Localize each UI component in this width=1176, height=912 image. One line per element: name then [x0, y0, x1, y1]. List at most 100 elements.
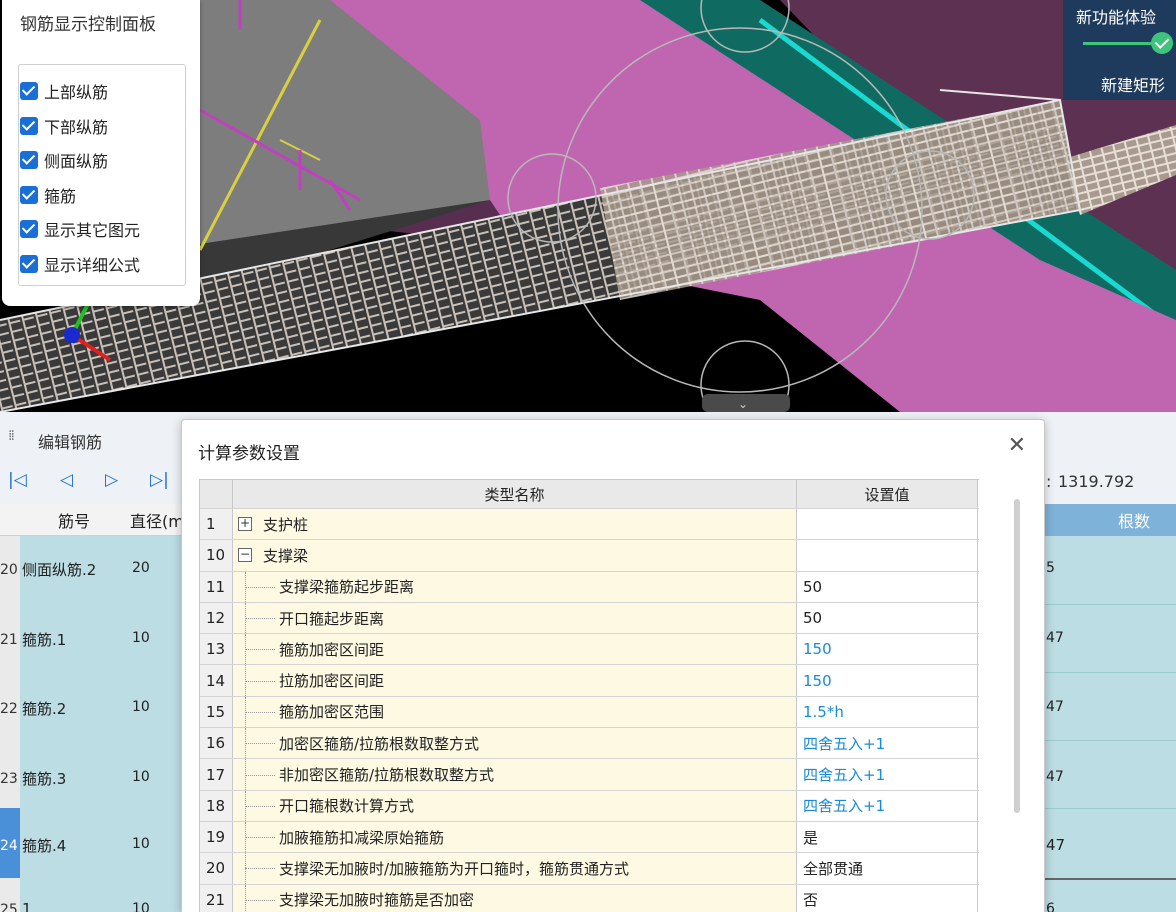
params-table: 类型名称 设置值 1 + 支护桩 10− 支撑梁 11 支撑梁箍筋起步距离 50 12 开口箍起步…	[199, 479, 979, 912]
cell-diameter[interactable]: 10	[132, 836, 150, 852]
param-row[interactable]: 12 开口箍起步距离 50	[200, 602, 979, 635]
cell-count[interactable]: 47	[1046, 630, 1064, 646]
param-value[interactable]: 50	[797, 602, 978, 634]
prev-record-icon[interactable]: ◁	[60, 470, 73, 490]
row-divider	[1044, 878, 1176, 880]
param-row[interactable]: 15 箍筋加密区范围 1.5*h	[200, 696, 979, 729]
param-row[interactable]: 17 非加密区箍筋/拉筋根数取整方式 四舍五入+1	[200, 759, 979, 791]
first-record-icon[interactable]: |◁	[8, 470, 27, 490]
param-value[interactable]: 四舍五入+1	[797, 790, 978, 821]
new-feature-widget: 新功能体验 新建矩形	[1063, 0, 1176, 100]
param-value[interactable]: 全部贯通	[797, 853, 978, 884]
param-name: 非加密区箍筋/拉筋根数取整方式	[233, 759, 797, 790]
scrollbar-thumb[interactable]	[1014, 499, 1020, 813]
option-stirrup[interactable]: 箍筋	[20, 184, 76, 206]
param-row[interactable]: 18 开口箍根数计算方式 四舍五入+1	[200, 790, 979, 822]
checkbox-checked-icon[interactable]	[20, 220, 38, 238]
cell-count[interactable]: 47	[1046, 769, 1064, 785]
param-value[interactable]: 否	[797, 884, 978, 912]
col-diameter[interactable]: 直径(m	[130, 504, 184, 536]
table-header-right	[1044, 504, 1176, 536]
expand-icon[interactable]: +	[238, 517, 252, 531]
param-row[interactable]: 19 加腋箍筋扣减梁原始箍筋 是	[200, 821, 979, 854]
cell-diameter[interactable]: 10	[132, 630, 150, 646]
cell-count[interactable]: 47	[1046, 699, 1064, 715]
checkbox-checked-icon[interactable]	[20, 117, 38, 135]
cell-bar-name[interactable]: 1	[22, 900, 32, 912]
param-row[interactable]: 16 加密区箍筋/拉筋根数取整方式 四舍五入+1	[200, 728, 979, 760]
collapse-icon[interactable]: −	[238, 548, 252, 563]
row-divider	[1044, 604, 1176, 605]
option-show-detailed-formula[interactable]: 显示详细公式	[20, 253, 140, 275]
option-label: 显示详细公式	[44, 256, 141, 275]
option-top-longitudinal[interactable]: 上部纵筋	[20, 80, 108, 102]
param-row[interactable]: 1 + 支护桩	[200, 509, 979, 541]
cell-diameter[interactable]: 10	[132, 769, 150, 785]
cell-diameter[interactable]: 20	[132, 560, 150, 576]
header-value[interactable]: 设置值	[797, 480, 978, 508]
new-rectangle-link[interactable]: 新建矩形	[1101, 72, 1165, 96]
param-value[interactable]: 是	[797, 821, 978, 853]
param-value[interactable]	[797, 540, 978, 571]
param-label: 箍筋加密区范围	[279, 703, 385, 722]
param-group-label: 支撑梁	[263, 546, 309, 565]
3d-viewport[interactable]: ⌄ 钢筋显示控制面板 上部纵筋 下部纵筋 侧面纵筋 箍筋 显示其它图元 显示详细…	[0, 0, 1176, 412]
close-icon[interactable]: ✕	[1008, 435, 1026, 457]
param-value[interactable]: 150	[797, 634, 978, 665]
option-side-longitudinal[interactable]: 侧面纵筋	[20, 149, 108, 171]
last-record-icon[interactable]: ▷|	[150, 470, 169, 490]
row-number: 21	[0, 632, 18, 648]
col-bar-no[interactable]: 筋号	[58, 504, 90, 536]
param-label: 支撑梁无加腋时/加腋箍筋为开口箍时，箍筋贯通方式	[279, 859, 630, 878]
param-value[interactable]: 50	[797, 571, 978, 602]
param-row[interactable]: 21 支撑梁无加腋时箍筋是否加密 否	[200, 884, 979, 912]
checkbox-checked-icon[interactable]	[20, 255, 38, 273]
header-index	[200, 480, 233, 508]
param-row[interactable]: 14 拉筋加密区间距 150	[200, 665, 979, 697]
param-name: − 支撑梁	[233, 540, 797, 571]
param-row[interactable]: 10− 支撑梁	[200, 540, 979, 572]
cell-count[interactable]: 47	[1046, 836, 1065, 854]
cell-bar-name[interactable]: 箍筋.4	[22, 835, 66, 856]
param-value[interactable]	[797, 509, 978, 540]
cell-bar-name[interactable]: 侧面纵筋.2	[22, 559, 96, 580]
param-value[interactable]: 150	[797, 665, 978, 696]
row-divider	[1044, 672, 1176, 673]
param-row[interactable]: 20 支撑梁无加腋时/加腋箍筋为开口箍时，箍筋贯通方式 全部贯通	[200, 853, 979, 885]
rebar-panel-title: 钢筋显示控制面板	[20, 15, 156, 35]
tree-connector	[245, 837, 275, 839]
param-value[interactable]: 四舍五入+1	[797, 728, 978, 759]
param-name: 箍筋加密区间距	[233, 634, 797, 665]
param-row-number: 18	[200, 790, 233, 821]
svg-text:⌄: ⌄	[738, 397, 748, 411]
col-count[interactable]: 根数	[1118, 504, 1150, 536]
option-bottom-longitudinal[interactable]: 下部纵筋	[20, 115, 108, 137]
checkbox-checked-icon[interactable]	[20, 186, 38, 204]
param-row[interactable]: 11 支撑梁箍筋起步距离 50	[200, 571, 979, 603]
param-label: 拉筋加密区间距	[279, 672, 385, 691]
option-show-other-elements[interactable]: 显示其它图元	[20, 218, 140, 240]
param-group-label: 支护桩	[263, 515, 309, 534]
param-name: 加密区箍筋/拉筋根数取整方式	[233, 728, 797, 759]
option-label: 上部纵筋	[44, 83, 109, 102]
param-value[interactable]: 1.5*h	[797, 696, 978, 728]
param-value[interactable]: 四舍五入+1	[797, 759, 978, 790]
cell-count[interactable]: 6	[1046, 901, 1055, 912]
cell-count[interactable]: 5	[1046, 560, 1055, 576]
param-row-number: 20	[200, 853, 233, 884]
cell-bar-name[interactable]: 箍筋.2	[22, 698, 66, 719]
cell-bar-name[interactable]: 箍筋.1	[22, 629, 66, 650]
param-row[interactable]: 13 箍筋加密区间距 150	[200, 634, 979, 666]
checkbox-checked-icon[interactable]	[20, 151, 38, 169]
param-row-number: 16	[200, 728, 233, 759]
header-type-name[interactable]: 类型名称	[233, 480, 797, 508]
cell-diameter[interactable]: 10	[132, 699, 150, 715]
toggle-check-icon[interactable]	[1151, 32, 1173, 54]
cell-bar-name[interactable]: 箍筋.3	[22, 768, 66, 789]
cell-diameter[interactable]: 10	[132, 901, 150, 912]
tree-connector	[245, 774, 275, 776]
next-record-icon[interactable]: ▷	[105, 470, 118, 490]
checkbox-checked-icon[interactable]	[20, 82, 38, 100]
drag-handle-icon[interactable]: ⁞⁞	[8, 428, 15, 444]
option-label: 显示其它图元	[44, 221, 141, 240]
